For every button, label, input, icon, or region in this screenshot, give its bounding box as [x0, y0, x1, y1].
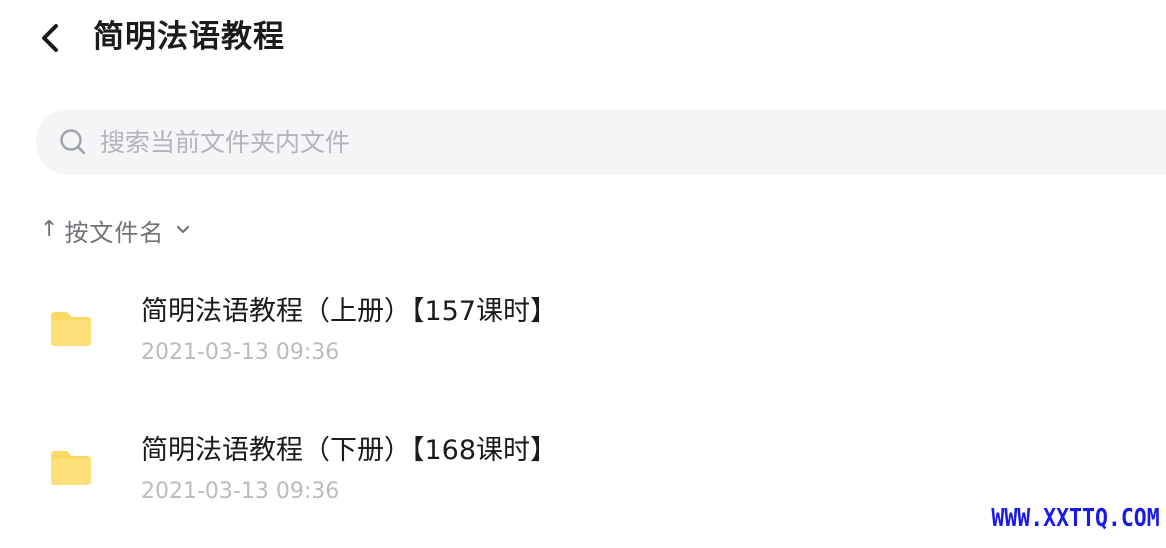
sort-control[interactable]: ↑ 按文件名: [40, 210, 192, 250]
watermark: WWW.XXTTQ.COM: [991, 503, 1160, 532]
list-item[interactable]: 简明法语教程（上册）【157课时】 2021-03-13 09:36: [0, 270, 1166, 409]
back-button[interactable]: [30, 18, 70, 58]
folder-icon: [51, 312, 91, 346]
search-bar[interactable]: [36, 109, 1166, 175]
file-name: 简明法语教程（上册）【157课时】: [141, 296, 558, 327]
top-bar: 简明法语教程: [0, 0, 1166, 78]
search-icon: [58, 127, 88, 157]
sort-label: 按文件名: [64, 218, 165, 247]
search-input[interactable]: [100, 127, 1000, 157]
chevron-left-icon: [42, 24, 58, 52]
chevron-down-icon: [174, 221, 192, 239]
file-date: 2021-03-13 09:36: [141, 479, 340, 504]
arrow-up-icon: ↑: [40, 217, 59, 242]
page-title: 简明法语教程: [93, 19, 285, 55]
file-name: 简明法语教程（下册）【168课时】: [141, 435, 558, 466]
folder-icon: [51, 451, 91, 485]
file-date: 2021-03-13 09:36: [141, 340, 340, 365]
